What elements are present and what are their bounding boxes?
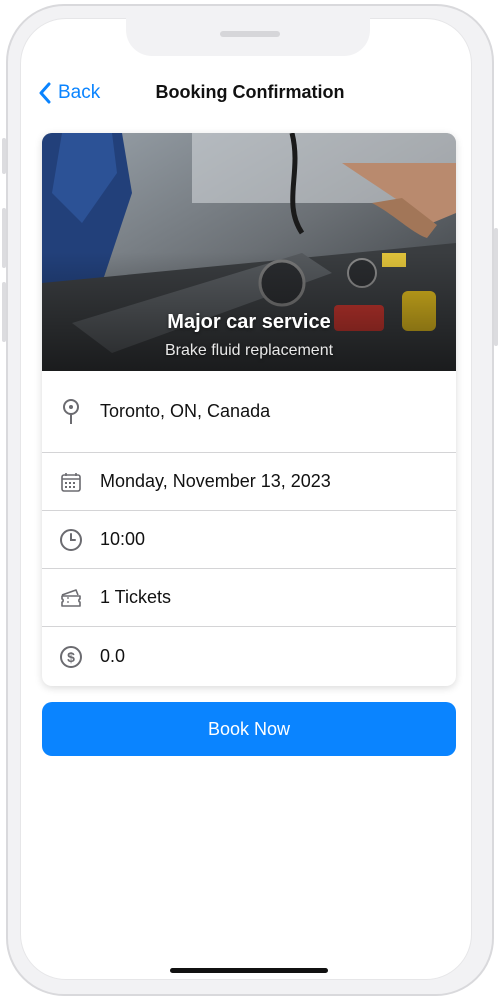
- ticket-icon: [42, 587, 100, 609]
- date-value: Monday, November 13, 2023: [100, 471, 331, 491]
- price-value: 0.0: [100, 646, 126, 666]
- location-row: Toronto, ON, Canada: [42, 371, 456, 453]
- calendar-icon: [42, 471, 100, 493]
- svg-text:$: $: [67, 649, 75, 665]
- tickets-value: 1 Tickets: [100, 587, 172, 607]
- phone-speaker: [220, 31, 280, 37]
- book-now-button[interactable]: Book Now: [42, 702, 456, 756]
- service-title: Major car service: [167, 311, 331, 333]
- tickets-row: 1 Tickets: [42, 569, 456, 627]
- booking-card: Major car service Brake fluid replacemen…: [42, 133, 456, 686]
- phone-side-button: [494, 228, 498, 346]
- service-subtitle: Brake fluid replacement: [164, 342, 334, 359]
- phone-side-button: [2, 138, 6, 174]
- service-hero-image: Major car service Brake fluid replacemen…: [42, 133, 456, 371]
- clock-icon: [42, 528, 100, 552]
- page-title: Booking Confirmation: [155, 82, 345, 102]
- car-engine-photo: [42, 133, 456, 371]
- home-indicator: [170, 968, 328, 973]
- time-row: 10:00: [42, 511, 456, 569]
- time-value: 10:00: [100, 529, 146, 549]
- dollar-circle-icon: $: [42, 645, 100, 669]
- date-row: Monday, November 13, 2023: [42, 453, 456, 511]
- phone-side-button: [2, 282, 6, 342]
- location-value: Toronto, ON, Canada: [100, 401, 271, 421]
- navigation-bar: Back Booking Confirmation: [26, 70, 474, 116]
- price-row: $ 0.0: [42, 627, 456, 686]
- phone-notch: [126, 18, 370, 56]
- phone-side-button: [2, 208, 6, 268]
- map-pin-icon: [42, 398, 100, 426]
